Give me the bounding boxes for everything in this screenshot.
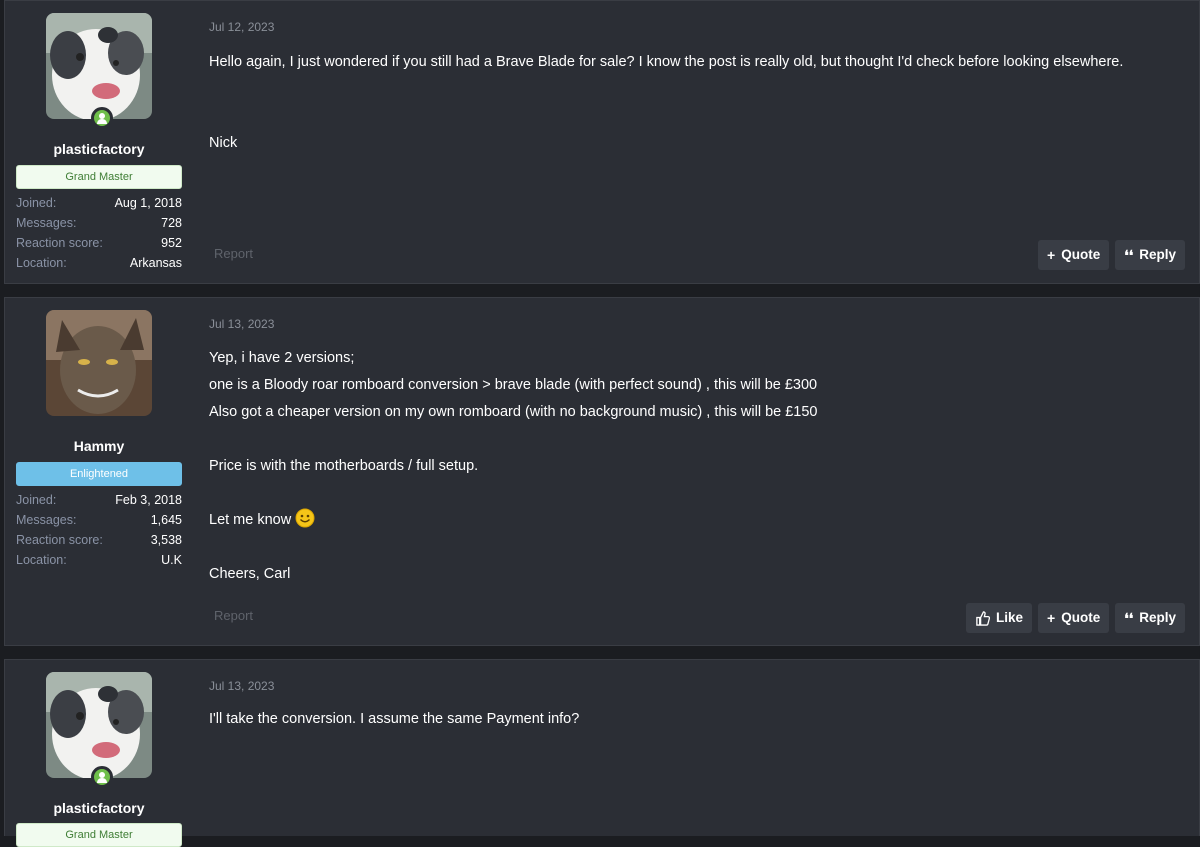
post-actions: Like + Quote ❛❛ Reply: [966, 603, 1185, 633]
post-body: Yep, i have 2 versions; one is a Bloody …: [209, 345, 1189, 588]
stat-messages: Messages: 728: [16, 216, 182, 230]
username[interactable]: plasticfactory: [16, 141, 182, 157]
user-rank-badge: Enlightened: [16, 462, 182, 486]
quote-marks-icon: ❛❛: [1124, 247, 1134, 263]
quote-marks-icon: ❛❛: [1124, 610, 1134, 626]
user-stats: Joined: Aug 1, 2018 Messages: 728 Reaction…: [16, 193, 182, 273]
user-rank-badge: Grand Master: [16, 165, 182, 189]
stat-reaction-score: Reaction score: 952: [16, 236, 182, 250]
post-line: [209, 103, 1189, 130]
username[interactable]: Hammy: [16, 438, 182, 454]
like-button[interactable]: Like: [966, 603, 1033, 633]
user-rank-badge: Grand Master: [16, 823, 182, 847]
post-line: Also got a cheaper version on my own rom…: [209, 404, 818, 420]
post-line: [209, 480, 1189, 507]
user-stats: Joined: Feb 3, 2018 Messages: 1,645 Reacti…: [16, 490, 182, 570]
post-line: I'll take the conversion. I assume the s…: [209, 711, 580, 727]
post-date[interactable]: Jul 13, 2023: [209, 317, 274, 331]
post-line: one is a Bloody roar romboard conversion…: [209, 377, 818, 393]
reply-button[interactable]: ❛❛ Reply: [1115, 240, 1185, 270]
online-status-icon: [91, 766, 113, 788]
post-actions: + Quote ❛❛ Reply: [1038, 240, 1185, 270]
post-line: Nick: [209, 135, 238, 151]
plus-icon: +: [1047, 610, 1056, 626]
post-date[interactable]: Jul 12, 2023: [209, 20, 274, 34]
post-line: Price is with the motherboards / full se…: [209, 458, 479, 474]
stat-reaction-score: Reaction score: 3,538: [16, 533, 182, 547]
post-line: [209, 76, 1189, 103]
post-body: Hello again, I just wondered if you stil…: [209, 49, 1189, 157]
username[interactable]: plasticfactory: [16, 800, 182, 816]
post-line: [209, 426, 1189, 453]
avatar[interactable]: [46, 310, 152, 416]
stat-location: Location: U.K: [16, 553, 182, 567]
post-line: Cheers, Carl: [209, 566, 291, 582]
stat-messages: Messages: 1,645: [16, 513, 182, 527]
report-link[interactable]: Report: [214, 608, 253, 623]
stat-joined: Joined: Aug 1, 2018: [16, 196, 182, 210]
plus-icon: +: [1047, 247, 1056, 263]
stat-location: Location: Arkansas: [16, 256, 182, 270]
message-post: plasticfactory Grand Master Joined: Aug 1…: [4, 0, 1200, 284]
post-line: Yep, i have 2 versions;: [209, 350, 355, 366]
reply-button[interactable]: ❛❛ Reply: [1115, 603, 1185, 633]
quote-button[interactable]: + Quote: [1038, 603, 1110, 633]
message-post: plasticfactory Grand Master Jul 13, 2023…: [4, 659, 1200, 847]
thumbs-up-icon: [975, 610, 990, 626]
avatar[interactable]: [46, 672, 152, 778]
message-post: Hammy Enlightened Joined: Feb 3, 2018 Mes…: [4, 297, 1200, 646]
post-line: Hello again, I just wondered if you stil…: [209, 54, 1124, 70]
post-line: Let me know: [209, 507, 1189, 534]
post-line: [209, 534, 1189, 561]
online-status-icon: [91, 107, 113, 129]
post-date[interactable]: Jul 13, 2023: [209, 679, 274, 693]
stat-joined: Joined: Feb 3, 2018: [16, 493, 182, 507]
quote-button[interactable]: + Quote: [1038, 240, 1110, 270]
post-body: I'll take the conversion. I assume the s…: [209, 706, 1189, 733]
smiley-emoji-icon: [295, 508, 315, 528]
avatar[interactable]: [46, 13, 152, 119]
report-link[interactable]: Report: [214, 246, 253, 261]
